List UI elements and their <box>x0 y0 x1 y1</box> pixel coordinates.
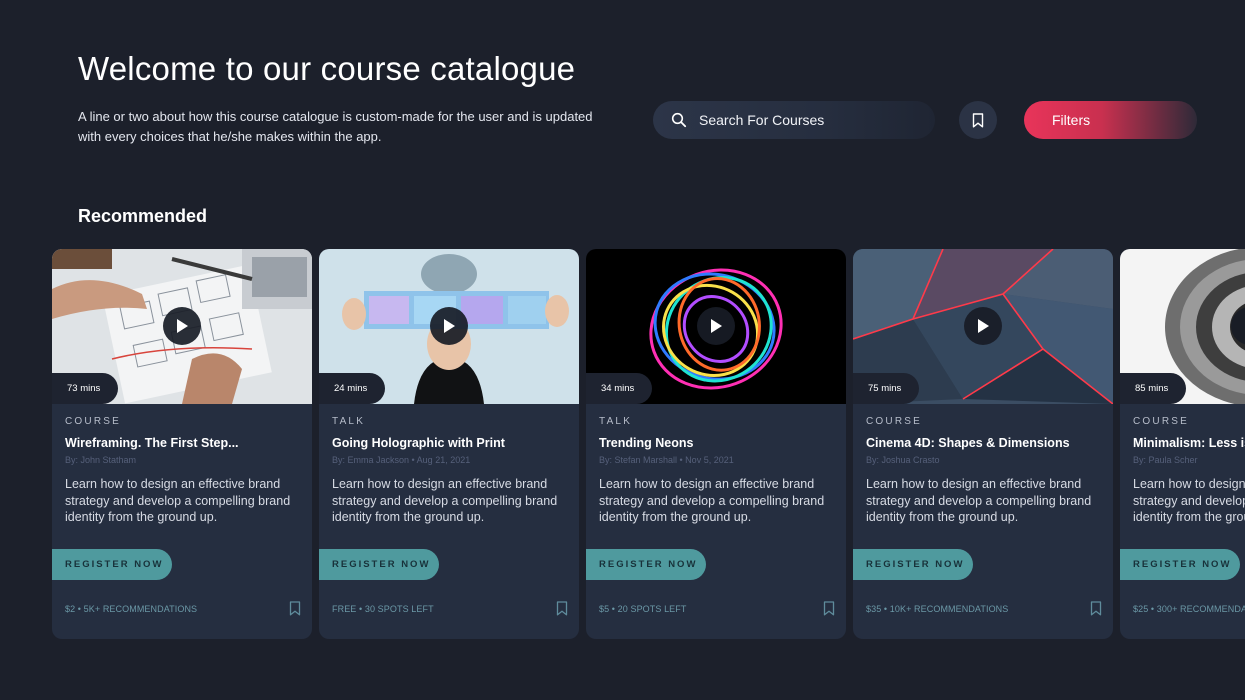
card-byline: By: John Statham <box>65 455 137 465</box>
card-meta: FREE • 30 SPOTS LEFT <box>332 604 434 614</box>
course-thumbnail[interactable]: 24 mins <box>319 249 579 404</box>
course-card[interactable]: 24 mins TALK Going Holographic with Prin… <box>319 249 579 639</box>
bookmark-icon[interactable] <box>556 601 568 616</box>
card-type: COURSE <box>866 416 922 427</box>
card-title[interactable]: Going Holographic with Print <box>332 436 572 450</box>
duration-badge: 24 mins <box>319 373 386 404</box>
card-meta: $25 • 300+ RECOMMENDATIONS <box>1133 604 1245 614</box>
card-title[interactable]: Cinema 4D: Shapes & Dimensions <box>866 436 1106 450</box>
play-button[interactable] <box>430 307 468 345</box>
page-title: Welcome to our course catalogue <box>78 50 576 87</box>
duration-badge: 73 mins <box>52 373 119 404</box>
register-now-button[interactable]: REGISTER NOW <box>52 549 172 580</box>
card-type: COURSE <box>65 416 121 427</box>
search-placeholder: Search For Courses <box>699 112 825 128</box>
register-now-button[interactable]: REGISTER NOW <box>853 549 973 580</box>
course-card[interactable]: 75 mins COURSE Cinema 4D: Shapes & Dimen… <box>853 249 1113 639</box>
play-icon <box>711 319 722 333</box>
play-button[interactable] <box>964 307 1002 345</box>
card-title[interactable]: Wireframing. The First Step... <box>65 436 305 450</box>
course-thumbnail[interactable]: 34 mins <box>586 249 846 404</box>
course-thumbnail[interactable]: 73 mins <box>52 249 312 404</box>
course-card[interactable]: 73 mins COURSE Wireframing. The First St… <box>52 249 312 639</box>
card-type: TALK <box>599 416 633 427</box>
recommended-carousel: 73 mins COURSE Wireframing. The First St… <box>52 249 1245 639</box>
register-now-button[interactable]: REGISTER NOW <box>319 549 439 580</box>
saved-courses-button[interactable] <box>959 101 997 139</box>
duration-badge: 34 mins <box>586 373 653 404</box>
filters-button[interactable]: Filters <box>1024 101 1197 139</box>
card-byline: By: Joshua Crasto <box>866 455 940 465</box>
course-card[interactable]: 34 mins TALK Trending Neons By: Stefan M… <box>586 249 846 639</box>
bookmark-icon <box>972 112 984 127</box>
card-meta: $35 • 10K+ RECOMMENDATIONS <box>866 604 1009 614</box>
card-description: Learn how to design an effective brand s… <box>866 477 1092 524</box>
card-description: Learn how to design an effective brand s… <box>332 477 558 524</box>
card-type: TALK <box>332 416 366 427</box>
course-thumbnail[interactable]: 75 mins <box>853 249 1113 404</box>
course-catalogue-page: Welcome to our course catalogue A line o… <box>0 0 1245 700</box>
card-description: Learn how to design an effective brand s… <box>599 477 825 524</box>
play-icon <box>978 319 989 333</box>
card-description: Learn how to design an effective brand s… <box>65 477 291 524</box>
course-card[interactable]: 85 mins COURSE Minimalism: Less is More … <box>1120 249 1245 639</box>
bookmark-icon[interactable] <box>823 601 835 616</box>
search-icon <box>671 112 687 128</box>
card-meta: $2 • 5K+ RECOMMENDATIONS <box>65 604 198 614</box>
course-thumbnail[interactable]: 85 mins <box>1120 249 1245 404</box>
play-icon <box>444 319 455 333</box>
register-now-button[interactable]: REGISTER NOW <box>586 549 706 580</box>
section-title-recommended: Recommended <box>78 206 208 226</box>
register-now-button[interactable]: REGISTER NOW <box>1120 549 1240 580</box>
play-icon <box>177 319 188 333</box>
card-byline: By: Emma Jackson • Aug 21, 2021 <box>332 455 471 465</box>
card-meta: $5 • 20 SPOTS LEFT <box>599 604 687 614</box>
duration-badge: 85 mins <box>1120 373 1187 404</box>
search-bar[interactable]: Search For Courses <box>653 101 935 139</box>
card-type: COURSE <box>1133 416 1189 427</box>
card-description: Learn how to design an effective brand s… <box>1133 477 1245 524</box>
play-button[interactable] <box>697 307 735 345</box>
intro-text: A line or two about how this course cata… <box>78 109 593 144</box>
card-byline: By: Paula Scher <box>1133 455 1198 465</box>
bookmark-icon[interactable] <box>1090 601 1102 616</box>
play-button[interactable] <box>163 307 201 345</box>
card-byline: By: Stefan Marshall • Nov 5, 2021 <box>599 455 734 465</box>
bookmark-icon[interactable] <box>289 601 301 616</box>
duration-badge: 75 mins <box>853 373 920 404</box>
card-title[interactable]: Trending Neons <box>599 436 839 450</box>
card-title[interactable]: Minimalism: Less is More <box>1133 436 1245 450</box>
